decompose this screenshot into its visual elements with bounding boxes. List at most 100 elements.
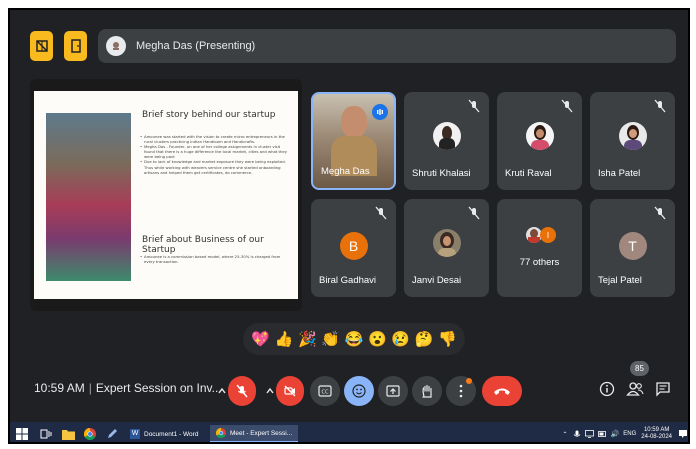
windows-icon: [16, 428, 28, 440]
reactions-bar: 💖 👍 🎉 👏 😂 😮 😢 🤔 👎: [243, 323, 465, 355]
mic-off-icon: [654, 206, 666, 220]
slide-bullet: Megha Das - Founder, on one of her colle…: [140, 144, 292, 159]
chevron-up-icon: [218, 388, 226, 394]
chat-button[interactable]: [652, 378, 674, 400]
meeting-info: 10:59 AM | Expert Session on Inv...: [34, 381, 222, 395]
participant-tile-kruti[interactable]: Kruti Raval: [497, 92, 582, 190]
reaction-heart[interactable]: 💖: [251, 330, 270, 348]
slide-bullet: Amounee was started with the vision to c…: [140, 134, 292, 144]
participant-tile-shruti[interactable]: Shruti Khalasi: [404, 92, 489, 190]
mic-icon[interactable]: [573, 430, 581, 439]
chrome-icon: [216, 428, 226, 438]
emoji-icon: [352, 384, 366, 398]
presentation-slide: Brief story behind our startup Amounee w…: [34, 91, 298, 299]
chevron-up-icon: [266, 388, 274, 394]
more-options-button[interactable]: [446, 376, 476, 406]
reaction-thumbs-down[interactable]: 👎: [438, 330, 457, 348]
folder-icon: [62, 429, 75, 440]
slide-title-1: Brief story behind our startup: [142, 110, 276, 120]
participant-avatar: B: [339, 232, 368, 260]
participant-tile-megha[interactable]: Megha Das: [311, 92, 396, 190]
presenting-banner[interactable]: Megha Das (Presenting): [98, 29, 676, 63]
task-view-button[interactable]: [40, 425, 52, 442]
start-button[interactable]: [16, 425, 28, 442]
taskbar-clock[interactable]: 10:59 AM 24-08-2024: [641, 427, 672, 441]
mic-off-icon: [561, 99, 573, 113]
slide-bullets-2: Amounee is a commission based model, whe…: [140, 254, 292, 264]
reaction-thumbs-up[interactable]: 👍: [275, 330, 294, 348]
pen-app-icon: [108, 429, 117, 438]
info-icon: [599, 381, 615, 397]
toggle-sidebar-button[interactable]: [30, 31, 53, 61]
present-screen-button[interactable]: [378, 376, 408, 406]
leave-call-button[interactable]: [482, 376, 522, 406]
language-indicator[interactable]: ENG: [623, 431, 636, 437]
participant-name: Tejal Patel: [598, 275, 642, 286]
participant-tile-others[interactable]: I 77 others: [497, 199, 582, 297]
taskbar-app-word[interactable]: W Document1 - Word: [130, 425, 204, 442]
slide-title-2: Brief about Business of our Startup: [142, 235, 264, 255]
chrome-button[interactable]: [84, 425, 96, 442]
reaction-sad[interactable]: 😢: [391, 330, 410, 348]
mic-off-icon: [468, 99, 480, 113]
participant-photo: [618, 122, 647, 150]
camera-toggle-button[interactable]: [276, 376, 304, 406]
svg-text:CC: CC: [322, 390, 329, 396]
more-vert-icon: [459, 384, 463, 398]
battery-icon[interactable]: [597, 430, 607, 438]
task-view-icon: [40, 429, 52, 439]
current-time: 10:59 AM: [34, 381, 85, 395]
others-avatar-letter: I: [540, 227, 556, 243]
reaction-party[interactable]: 🎉: [298, 330, 317, 348]
file-explorer-button[interactable]: [62, 425, 75, 442]
meet-window: Megha Das (Presenting) Brief story behin…: [8, 8, 690, 444]
participant-avatar: T: [618, 232, 647, 260]
participant-count-badge: 85: [630, 361, 649, 376]
participant-tile-tejal[interactable]: T Tejal Patel: [590, 199, 675, 297]
separator: |: [88, 381, 92, 395]
captions-button[interactable]: CC: [310, 376, 340, 406]
hand-icon: [422, 384, 432, 398]
captions-icon: CC: [318, 385, 332, 397]
mic-off-icon: [375, 206, 387, 220]
reaction-surprised[interactable]: 😮: [368, 330, 387, 348]
clock-time: 10:59 AM: [643, 427, 670, 433]
end-call-icon: [494, 388, 510, 395]
camera-off-icon: [284, 385, 296, 397]
meeting-title: Expert Session on Inv...: [95, 381, 222, 395]
reaction-thinking[interactable]: 🤔: [415, 330, 434, 348]
slide-bullet: Amounee is a commission based model, whe…: [140, 254, 292, 264]
mic-off-icon: [236, 384, 248, 398]
app-button[interactable]: [106, 425, 118, 442]
people-button[interactable]: [624, 378, 646, 400]
taskbar-app-chrome-meet[interactable]: Meet - Expert Sessi...: [210, 425, 299, 442]
participant-tile-biral[interactable]: B Biral Gadhavi: [311, 199, 396, 297]
participant-name: Kruti Raval: [505, 168, 552, 179]
notification-icon[interactable]: [678, 429, 688, 439]
chat-icon: [656, 382, 670, 397]
participant-tile-janvi[interactable]: Janvi Desai: [404, 199, 489, 297]
network-icon[interactable]: [584, 430, 594, 438]
layout-button[interactable]: [64, 31, 87, 61]
taskbar-app-label: Document1 - Word: [144, 430, 199, 438]
participant-photo: [432, 122, 461, 150]
participant-photo: [525, 122, 554, 150]
tray-chevron-icon[interactable]: ⌃: [563, 431, 568, 438]
others-count-label: 77 others: [519, 257, 560, 268]
mic-toggle-button[interactable]: [228, 376, 256, 406]
taskbar-app-label: Meet - Expert Sessi...: [230, 429, 293, 437]
present-icon: [386, 385, 400, 397]
reaction-laugh[interactable]: 😂: [345, 330, 364, 348]
reaction-clap[interactable]: 👏: [321, 330, 340, 348]
volume-icon[interactable]: 🔊: [611, 430, 620, 438]
meeting-details-button[interactable]: [596, 378, 618, 400]
emoji-reactions-button[interactable]: [344, 376, 374, 406]
participant-name: Shruti Khalasi: [412, 168, 471, 179]
presenter-avatar: [106, 36, 126, 56]
participant-tile-isha[interactable]: Isha Patel: [590, 92, 675, 190]
participant-name: Megha Das: [321, 166, 370, 177]
speaking-icon: [372, 104, 388, 120]
grid-off-icon: [35, 40, 48, 52]
person-face: [341, 106, 367, 138]
raise-hand-button[interactable]: [412, 376, 442, 406]
